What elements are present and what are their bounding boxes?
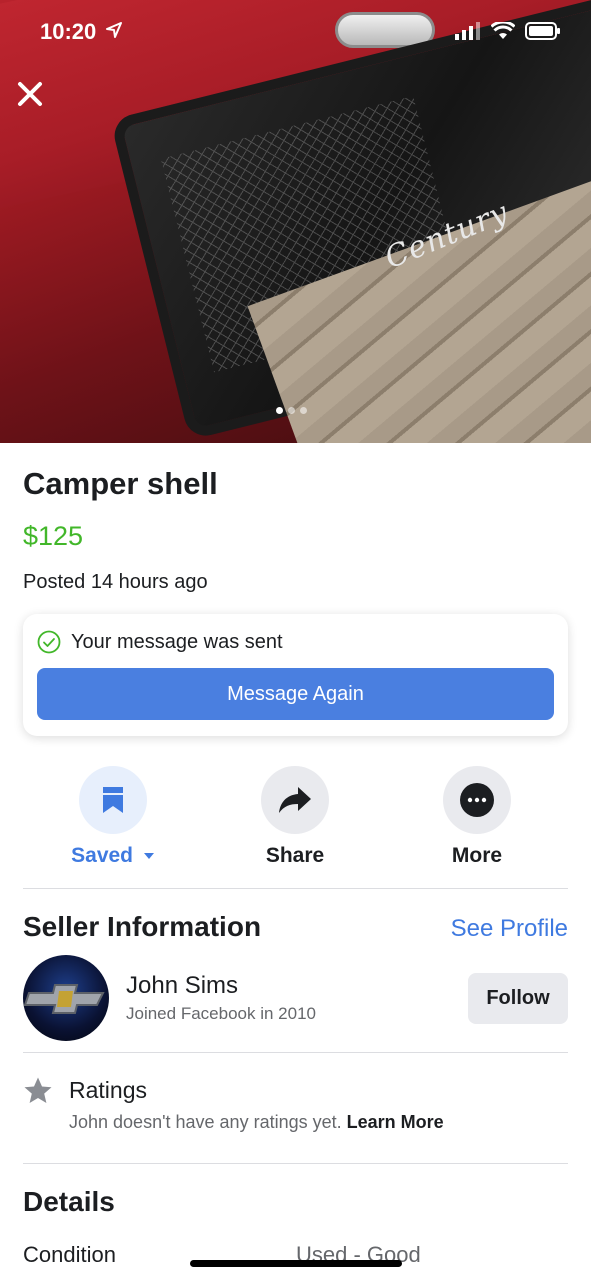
- more-button[interactable]: [443, 766, 511, 834]
- check-circle-icon: [37, 630, 61, 654]
- seller-joined: Joined Facebook in 2010: [126, 1004, 316, 1023]
- listing-price: $125: [23, 521, 84, 551]
- learn-more-link[interactable]: Learn More: [347, 1112, 444, 1132]
- condition-label: Condition: [23, 1242, 116, 1267]
- see-profile-link[interactable]: See Profile: [451, 915, 568, 943]
- message-status-text: Your message was sent: [71, 630, 283, 653]
- message-status: Your message was sent: [37, 630, 283, 654]
- star-icon: [24, 1077, 52, 1103]
- saved-label[interactable]: Saved: [48, 844, 178, 868]
- seller-info-heading: Seller Information: [23, 911, 262, 942]
- more-dots-icon: [460, 783, 494, 817]
- share-arrow-icon: [279, 787, 311, 813]
- divider: [23, 1052, 568, 1053]
- message-again-button[interactable]: Message Again: [37, 668, 554, 720]
- share-action[interactable]: Share: [230, 766, 360, 868]
- more-label[interactable]: More: [412, 844, 542, 868]
- follow-button[interactable]: Follow: [468, 973, 568, 1024]
- more-action[interactable]: More: [412, 766, 542, 868]
- chevrolet-logo-icon: [23, 984, 105, 1014]
- signal-icon: [455, 22, 480, 40]
- photo-pager-dot[interactable]: [276, 407, 283, 414]
- divider: [23, 1163, 568, 1164]
- wifi-icon: [491, 22, 515, 39]
- details-heading: Details: [23, 1186, 115, 1217]
- photo-pager[interactable]: [276, 407, 307, 414]
- photo-pager-dot[interactable]: [288, 407, 295, 414]
- close-icon[interactable]: [16, 80, 44, 108]
- saved-button[interactable]: [79, 766, 147, 834]
- message-card: Your message was sent Message Again: [23, 614, 568, 736]
- ratings-message: John doesn't have any ratings yet. Learn…: [69, 1112, 444, 1132]
- chevron-down-icon: [143, 853, 154, 860]
- battery-icon: [525, 22, 560, 40]
- status-bar: 10:20: [0, 0, 591, 60]
- share-button[interactable]: [261, 766, 329, 834]
- home-indicator[interactable]: [190, 1260, 402, 1267]
- bookmark-icon: [103, 787, 123, 813]
- posted-time: Posted 14 hours ago: [23, 571, 208, 593]
- listing-photo[interactable]: Century: [0, 0, 591, 443]
- seller-name[interactable]: John Sims: [126, 972, 238, 1000]
- status-time: 10:20: [40, 19, 97, 44]
- photo-pager-dot[interactable]: [300, 407, 307, 414]
- divider: [23, 888, 568, 889]
- listing-title: Camper shell: [23, 466, 218, 501]
- share-label[interactable]: Share: [230, 844, 360, 868]
- location-arrow-icon: [106, 22, 122, 38]
- ratings-heading: Ratings: [69, 1077, 147, 1103]
- saved-action[interactable]: Saved: [48, 766, 178, 868]
- seller-avatar[interactable]: [23, 955, 109, 1041]
